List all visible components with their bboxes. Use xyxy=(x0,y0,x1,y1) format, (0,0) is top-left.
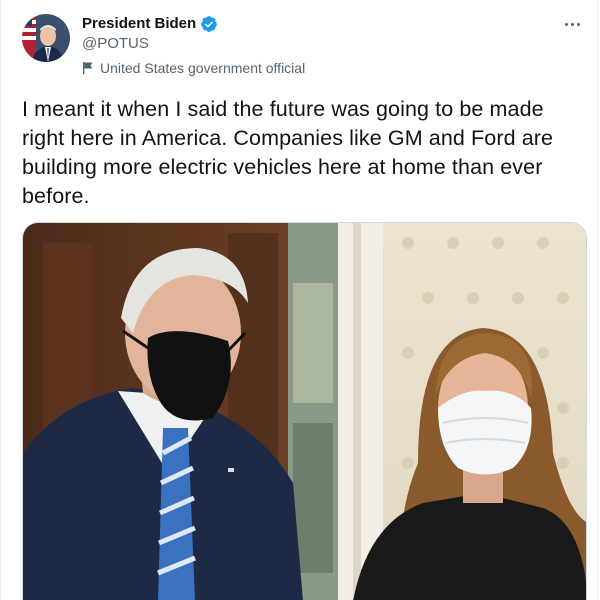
tweet-text: I meant it when I said the future was go… xyxy=(22,97,554,208)
verified-badge-icon xyxy=(200,15,218,33)
author-avatar[interactable] xyxy=(22,14,70,62)
author-name[interactable]: President Biden xyxy=(82,14,196,34)
affiliation-text: United States government official xyxy=(100,60,306,76)
photo-image xyxy=(23,223,586,600)
flag-icon xyxy=(82,61,94,75)
author-name-row[interactable]: President Biden xyxy=(82,14,218,34)
more-options-icon[interactable] xyxy=(561,16,583,32)
tweet-card[interactable]: President Biden @POTUS United States gov… xyxy=(0,0,598,600)
author-handle[interactable]: @POTUS xyxy=(82,34,149,54)
tweet-photo[interactable] xyxy=(22,222,587,600)
avatar-image xyxy=(22,14,70,62)
affiliation-label: United States government official xyxy=(82,59,305,77)
